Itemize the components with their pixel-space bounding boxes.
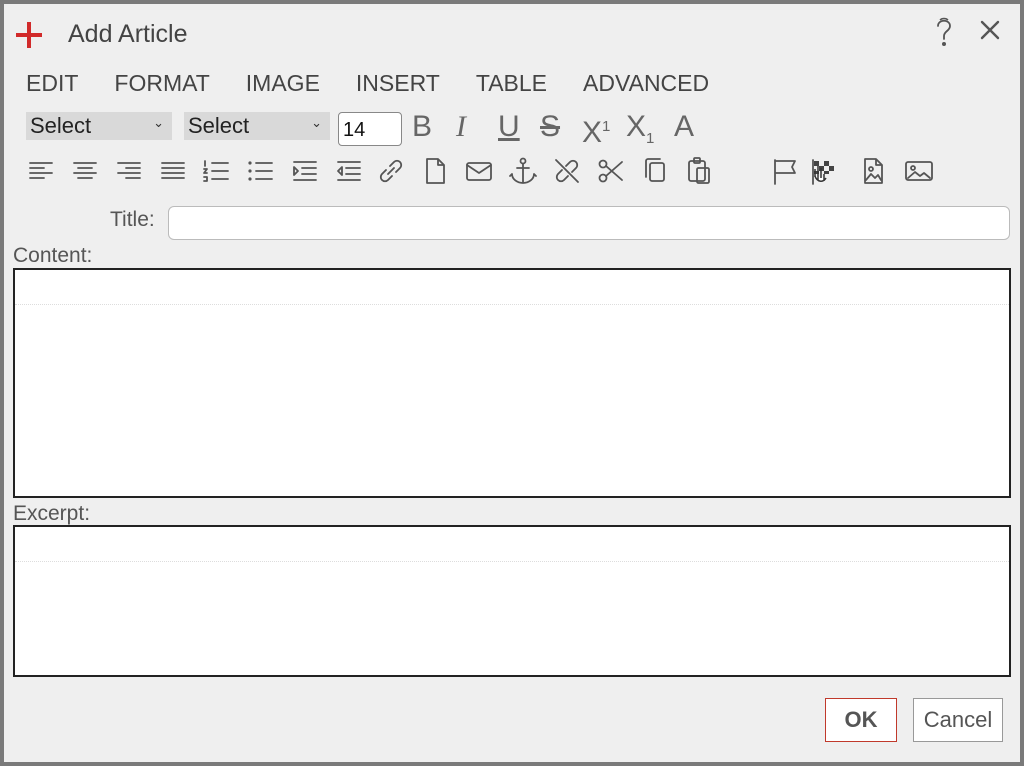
chevron-down-icon: ⌄: [311, 115, 322, 130]
align-left-icon[interactable]: [24, 154, 58, 188]
link-icon[interactable]: [374, 154, 408, 188]
plus-icon: [14, 20, 44, 55]
align-right-icon[interactable]: [112, 154, 146, 188]
superscript-mark: 1: [602, 118, 611, 135]
justify-icon[interactable]: [156, 154, 190, 188]
menu-image[interactable]: IMAGE: [246, 70, 320, 100]
outdent-icon[interactable]: [332, 154, 366, 188]
image-icon[interactable]: [902, 154, 936, 188]
checkered-flag-icon[interactable]: [804, 154, 838, 188]
chevron-down-icon: ⌄: [153, 115, 164, 130]
indent-icon[interactable]: [288, 154, 322, 188]
copy-icon[interactable]: [638, 154, 672, 188]
title-input[interactable]: [168, 206, 1010, 240]
menu-edit[interactable]: EDIT: [26, 70, 78, 100]
bold-button[interactable]: B: [412, 110, 432, 144]
add-article-dialog: Add Article EDIT FORMAT IMAGE INSERT TAB…: [4, 4, 1020, 762]
document-icon[interactable]: [418, 154, 452, 188]
italic-button[interactable]: I: [456, 110, 466, 144]
editor-menubar: EDIT FORMAT IMAGE INSERT TABLE ADVANCED: [26, 70, 745, 100]
unordered-list-icon[interactable]: [244, 154, 278, 188]
menu-format[interactable]: FORMAT: [114, 70, 209, 100]
subscript-base: X: [626, 110, 647, 143]
email-icon[interactable]: [462, 154, 496, 188]
paragraph-style-select[interactable]: Select ⌄: [184, 112, 330, 140]
ok-button[interactable]: OK: [825, 698, 897, 742]
dialog-title: Add Article: [68, 20, 188, 48]
unlink-icon[interactable]: [550, 154, 584, 188]
subscript-mark: 1: [646, 130, 655, 147]
underline-button[interactable]: U: [498, 110, 520, 144]
excerpt-label: Excerpt:: [13, 502, 91, 525]
image-file-icon[interactable]: [856, 154, 890, 188]
font-family-select-value: Select: [30, 113, 92, 138]
editor-guide-line: [15, 304, 1009, 305]
title-label: Title:: [110, 208, 155, 231]
close-icon[interactable]: [978, 18, 1002, 47]
font-family-select[interactable]: Select ⌄: [26, 112, 172, 140]
editor-guide-line: [15, 561, 1009, 562]
flag-icon[interactable]: [770, 154, 804, 188]
excerpt-editor[interactable]: [13, 525, 1011, 677]
menu-table[interactable]: TABLE: [476, 70, 547, 100]
align-center-icon[interactable]: [68, 154, 102, 188]
dialog-titlebar: Add Article: [4, 4, 1020, 64]
anchor-icon[interactable]: [506, 154, 540, 188]
strikethrough-button[interactable]: S: [540, 110, 560, 144]
menu-insert[interactable]: INSERT: [356, 70, 440, 100]
superscript-button[interactable]: X1: [582, 110, 610, 150]
font-size-input[interactable]: 14: [338, 112, 402, 146]
superscript-base: X: [582, 116, 603, 149]
menu-advanced[interactable]: ADVANCED: [583, 70, 709, 100]
ordered-list-icon[interactable]: [200, 154, 234, 188]
content-label: Content:: [13, 244, 93, 267]
cancel-button[interactable]: Cancel: [913, 698, 1003, 742]
paste-icon[interactable]: [682, 154, 716, 188]
help-icon[interactable]: [930, 16, 958, 53]
paragraph-style-select-value: Select: [188, 113, 250, 138]
content-editor[interactable]: [13, 268, 1011, 498]
font-color-button[interactable]: A: [674, 110, 694, 144]
subscript-button[interactable]: X1: [626, 110, 654, 156]
cut-icon[interactable]: [594, 154, 628, 188]
